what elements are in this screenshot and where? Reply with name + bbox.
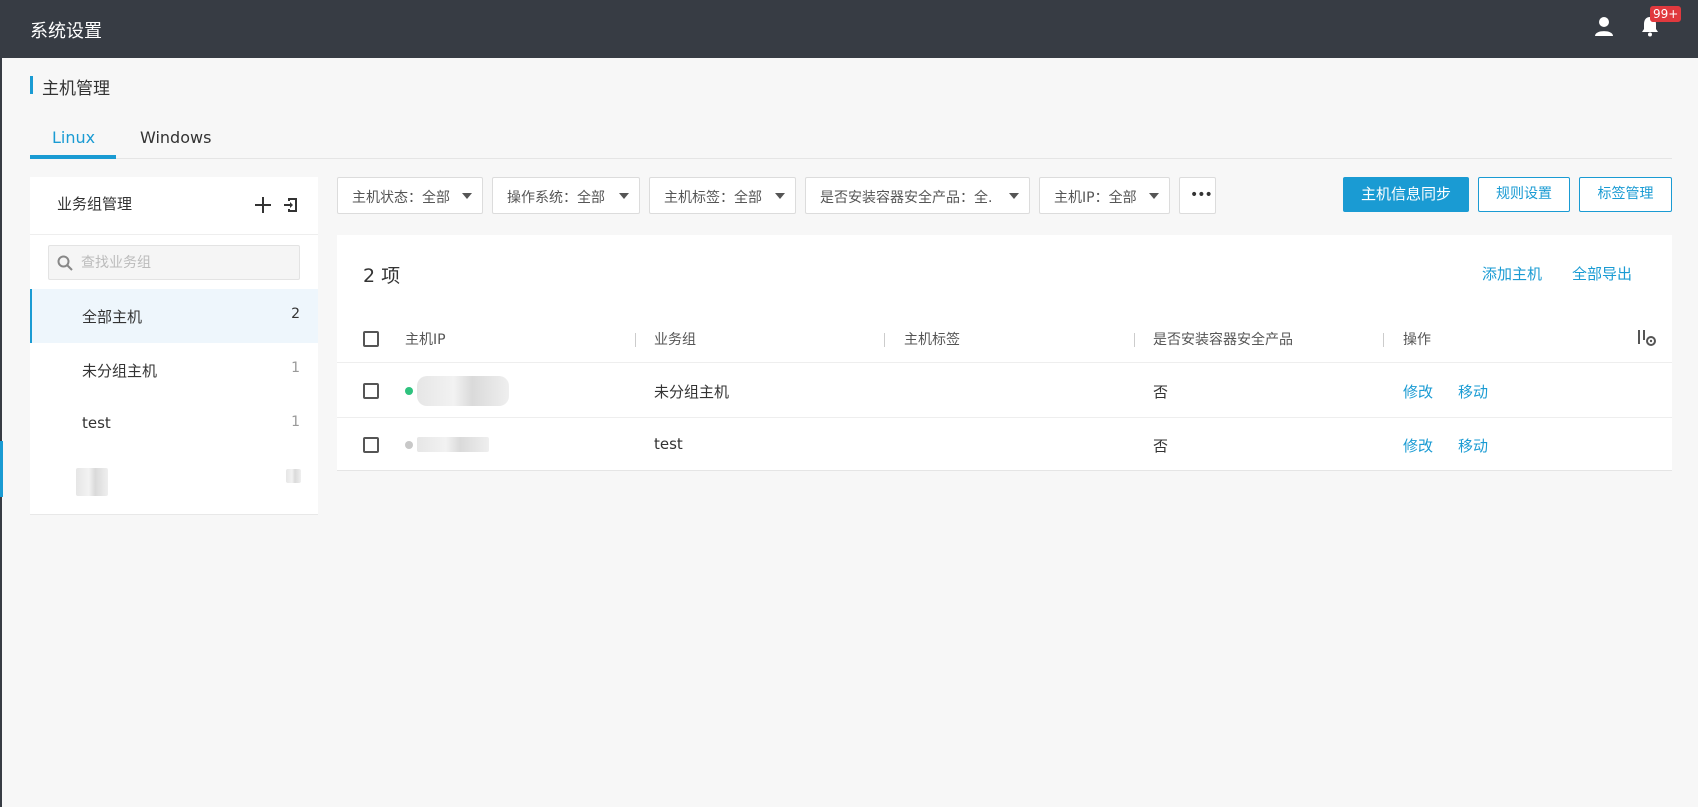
column-header-tags: 主机标签	[904, 332, 960, 348]
cell-container-security: 否	[1153, 437, 1169, 455]
chevron-down-icon	[462, 193, 472, 199]
tab-linux[interactable]: Linux	[52, 128, 95, 147]
tab-windows[interactable]: Windows	[140, 128, 211, 147]
filter-host-tag[interactable]: 主机标签：全部	[649, 177, 796, 214]
chevron-down-icon	[1009, 193, 1019, 199]
filter-label: 主机IP：全部	[1054, 190, 1137, 206]
chevron-down-icon	[619, 193, 629, 199]
column-header-container-security: 是否安装容器安全产品	[1153, 332, 1293, 348]
redacted-group-name	[76, 468, 108, 496]
move-link[interactable]: 移动	[1458, 381, 1488, 402]
row-checkbox[interactable]	[363, 383, 379, 399]
column-divider	[884, 333, 885, 347]
sidebar-item-label: test	[82, 414, 111, 432]
status-online-dot	[405, 387, 413, 395]
os-tabs: Linux Windows	[30, 124, 1672, 159]
table-header: 主机IP 业务组 主机标签 是否安装容器安全产品 操作	[337, 314, 1672, 363]
left-edge	[0, 58, 2, 807]
filter-host-status[interactable]: 主机状态：全部	[337, 177, 483, 214]
user-icon[interactable]	[1592, 14, 1616, 38]
tag-management-button[interactable]: 标签管理	[1579, 177, 1672, 212]
filter-os[interactable]: 操作系统：全部	[492, 177, 640, 214]
select-all-checkbox[interactable]	[363, 331, 379, 347]
more-filters-button[interactable]: •••	[1179, 177, 1216, 214]
group-search	[48, 245, 300, 280]
sidebar-title: 业务组管理	[57, 195, 133, 213]
table-row: test 否 修改 移动	[337, 418, 1672, 472]
sidebar-item-redacted[interactable]	[30, 451, 318, 505]
edit-link[interactable]: 修改	[1403, 381, 1433, 402]
sync-host-info-button[interactable]: 主机信息同步	[1343, 177, 1469, 212]
filter-label: 主机标签：全部	[664, 190, 762, 206]
left-edge-accent	[0, 441, 3, 497]
search-icon	[57, 255, 73, 271]
filter-container-security[interactable]: 是否安装容器安全产品：全.	[805, 177, 1030, 214]
table-row: 未分组主机 否 修改 移动	[337, 364, 1672, 418]
sidebar-header: 业务组管理	[30, 177, 318, 235]
more-icon: •••	[1190, 187, 1213, 203]
column-divider	[1383, 333, 1384, 347]
business-group-sidebar: 业务组管理 全部主机 2 未分组主机 1 test 1	[30, 177, 318, 515]
add-icon[interactable]	[254, 196, 272, 214]
redacted-group-count	[286, 469, 301, 483]
redacted-host-ip	[417, 437, 489, 452]
status-offline-dot	[405, 441, 413, 449]
sidebar-item-ungrouped[interactable]: 未分组主机 1	[30, 343, 318, 397]
cell-container-security: 否	[1153, 383, 1169, 401]
app-title: 系统设置	[30, 21, 102, 42]
filter-label: 操作系统：全部	[507, 190, 605, 206]
group-search-input[interactable]	[81, 246, 295, 279]
notification-badge: 99+	[1650, 6, 1682, 22]
cell-group: 未分组主机	[654, 383, 730, 401]
column-divider	[1134, 333, 1135, 347]
column-header-host-ip: 主机IP	[405, 332, 446, 348]
import-icon[interactable]	[282, 196, 300, 214]
host-table-panel: 2 项 添加主机 全部导出 主机IP 业务组 主机标签 是否安装容器安全产品 操…	[337, 235, 1672, 471]
sidebar-item-all-hosts[interactable]: 全部主机 2	[30, 289, 318, 343]
top-bar: 系统设置 99+	[0, 0, 1698, 58]
result-count: 2 项	[363, 265, 401, 287]
redacted-host-ip	[417, 376, 509, 406]
column-header-actions: 操作	[1403, 332, 1431, 348]
sidebar-item-test[interactable]: test 1	[30, 397, 318, 451]
sidebar-item-label: 未分组主机	[82, 362, 158, 380]
filter-label: 是否安装容器安全产品：全.	[820, 190, 993, 206]
chevron-down-icon	[775, 193, 785, 199]
active-tab-indicator	[30, 155, 116, 159]
sidebar-item-count: 1	[291, 360, 300, 376]
edit-link[interactable]: 修改	[1403, 435, 1433, 456]
filter-label: 主机状态：全部	[352, 190, 450, 206]
rule-settings-button[interactable]: 规则设置	[1478, 177, 1570, 212]
page-title: 主机管理	[42, 79, 110, 99]
row-checkbox[interactable]	[363, 437, 379, 453]
move-link[interactable]: 移动	[1458, 435, 1488, 456]
sidebar-item-label: 全部主机	[82, 308, 143, 326]
sidebar-item-count: 1	[291, 414, 300, 430]
column-header-group: 业务组	[654, 332, 696, 348]
column-settings-icon[interactable]	[1637, 329, 1657, 347]
sidebar-item-count: 2	[291, 306, 300, 322]
cell-group: test	[654, 435, 683, 453]
column-divider	[635, 333, 636, 347]
chevron-down-icon	[1149, 193, 1159, 199]
page-title-marker	[30, 76, 33, 94]
add-host-link[interactable]: 添加主机	[1482, 263, 1542, 284]
filter-host-ip[interactable]: 主机IP：全部	[1039, 177, 1170, 214]
export-all-link[interactable]: 全部导出	[1572, 263, 1632, 284]
